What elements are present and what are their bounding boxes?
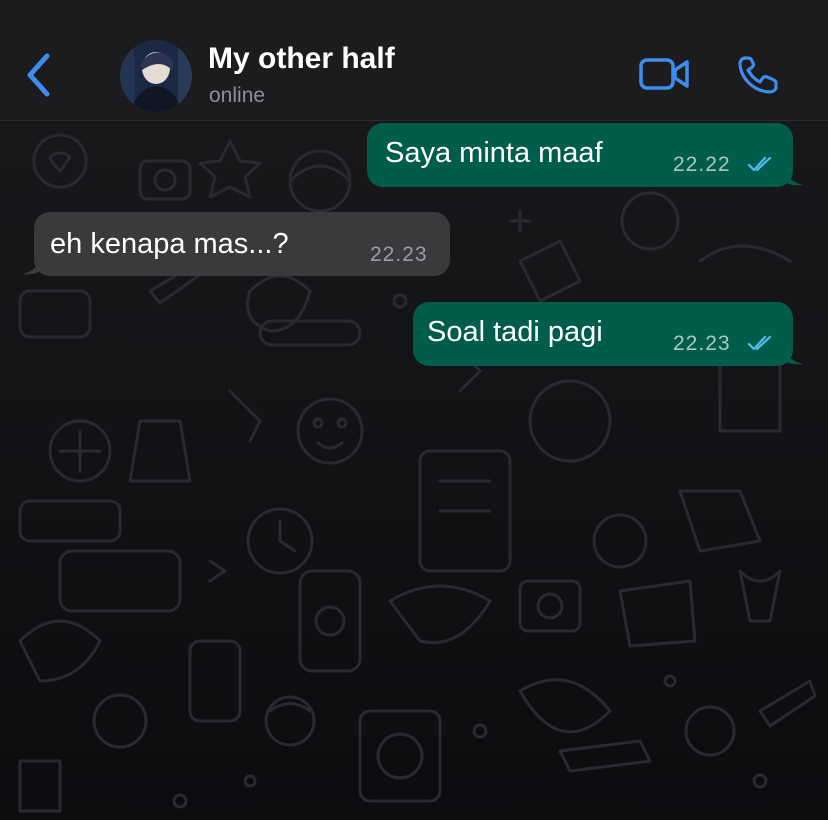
- message-time: 22.22: [673, 153, 731, 176]
- contact-name[interactable]: My other half: [208, 42, 395, 76]
- avatar[interactable]: [120, 40, 192, 112]
- message-bubble-outgoing[interactable]: Saya minta maaf 22.22: [367, 123, 803, 187]
- message-bubble-outgoing[interactable]: Soal tadi pagi 22.23: [413, 302, 803, 366]
- phone-call-icon[interactable]: [736, 54, 780, 96]
- message-time: 22.23: [673, 332, 731, 355]
- read-receipt-icon: [747, 335, 772, 351]
- chat-header: My other half online: [0, 0, 828, 121]
- bubble-tail: [22, 256, 44, 275]
- message-text: Soal tadi pagi: [427, 316, 603, 348]
- message-time: 22.23: [370, 243, 428, 266]
- contact-status: online: [209, 84, 266, 107]
- read-receipt-icon: [747, 156, 772, 172]
- video-call-icon[interactable]: [638, 54, 690, 94]
- avatar-image: [120, 40, 192, 112]
- bubble-tail: [781, 346, 803, 365]
- message-text: Saya minta maaf: [385, 137, 603, 169]
- message-text: eh kenapa mas...?: [50, 228, 289, 260]
- chat-screen: My other half online Saya minta maaf 22.…: [0, 0, 828, 820]
- message-bubble-incoming[interactable]: eh kenapa mas...? 22.23: [22, 212, 450, 276]
- bubble-tail: [781, 167, 803, 186]
- chevron-left-icon[interactable]: [18, 50, 58, 100]
